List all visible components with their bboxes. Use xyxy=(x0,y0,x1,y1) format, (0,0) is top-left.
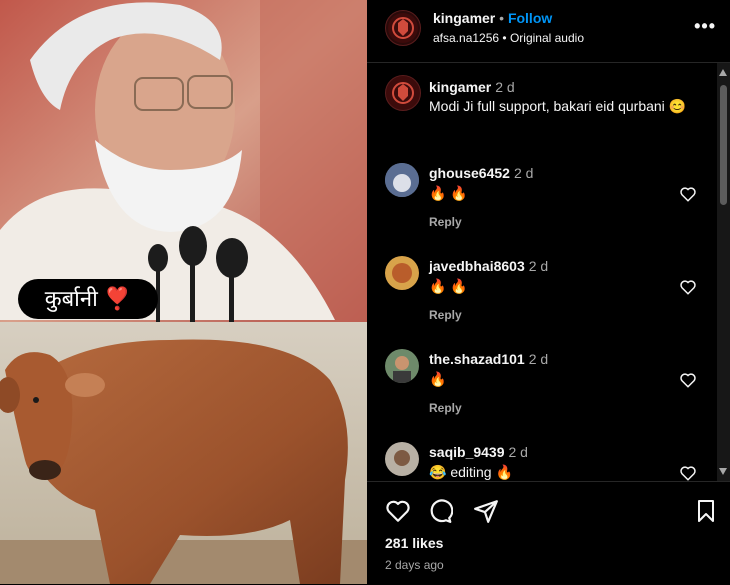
caption-text: Modi Ji full support, bakari eid qurbani… xyxy=(429,98,687,114)
author-logo-icon xyxy=(388,13,418,43)
bookmark-icon[interactable] xyxy=(694,498,718,524)
comment-time: 2 d xyxy=(528,258,549,274)
post-header: kingamer • Follow afsa.na1256 • Original… xyxy=(367,0,730,63)
commenter-username[interactable]: ghouse6452 xyxy=(429,165,510,181)
reply-button[interactable]: Reply xyxy=(429,215,462,229)
commenter-avatar[interactable] xyxy=(385,442,419,476)
commenter-username[interactable]: saqib_9439 xyxy=(429,444,505,460)
separator-dot: • xyxy=(502,31,507,45)
post-actions: 281 likes 2 days ago xyxy=(367,481,730,585)
author-avatar[interactable] xyxy=(385,10,421,46)
collab-username[interactable]: afsa.na1256 xyxy=(433,31,499,45)
follow-button[interactable]: Follow xyxy=(508,10,552,26)
send-icon[interactable] xyxy=(473,498,499,524)
like-comment-heart-icon[interactable] xyxy=(679,278,697,296)
author-username[interactable]: kingamer xyxy=(433,10,495,26)
comment-time: 2 d xyxy=(513,165,534,181)
scroll-down-icon[interactable] xyxy=(719,468,727,475)
like-comment-heart-icon[interactable] xyxy=(679,464,697,481)
reply-button[interactable]: Reply xyxy=(429,401,462,415)
comment-item: the.shazad101 2 d 🔥 Reply xyxy=(367,347,717,427)
comment-text: 🔥 🔥 xyxy=(429,278,468,294)
commenter-avatar[interactable] xyxy=(385,256,419,290)
caption-username[interactable]: kingamer xyxy=(429,79,491,95)
comment-item: ghouse6452 2 d 🔥 🔥 Reply xyxy=(367,161,717,241)
comment-text: 🔥 🔥 xyxy=(429,185,468,201)
post-date: 2 days ago xyxy=(385,558,444,572)
likes-count[interactable]: 281 likes xyxy=(385,535,443,551)
comment-icon[interactable] xyxy=(427,498,453,524)
overlay-caption: कुर्बानी ❣️ xyxy=(18,279,158,319)
post-media[interactable]: कुर्बानी ❣️ xyxy=(0,0,367,584)
more-options-icon[interactable]: ••• xyxy=(694,16,716,37)
scrollbar-thumb[interactable] xyxy=(720,85,727,205)
like-comment-heart-icon[interactable] xyxy=(679,371,697,389)
comment-item: javedbhai8603 2 d 🔥 🔥 Reply xyxy=(367,254,717,334)
scroll-up-icon[interactable] xyxy=(719,69,727,76)
comment-text: 🔥 xyxy=(429,371,447,387)
commenter-username[interactable]: the.shazad101 xyxy=(429,351,525,367)
comment-time: 2 d xyxy=(528,351,549,367)
heart-icon[interactable] xyxy=(385,498,411,524)
comment-text: 😂 editing 🔥 xyxy=(429,464,513,480)
post-panel: kingamer • Follow afsa.na1256 • Original… xyxy=(367,0,730,584)
commenter-username[interactable]: javedbhai8603 xyxy=(429,258,525,274)
audio-link[interactable]: Original audio xyxy=(510,31,584,45)
caption-time: 2 d xyxy=(495,79,515,95)
comments-list[interactable]: kingamer 2 d Modi Ji full support, bakari… xyxy=(367,63,717,481)
like-comment-heart-icon[interactable] xyxy=(679,185,697,203)
commenter-avatar[interactable] xyxy=(385,163,419,197)
separator-dot: • xyxy=(499,10,505,26)
comment-item: saqib_9439 2 d 😂 editing 🔥 xyxy=(367,440,717,481)
caption: kingamer 2 d Modi Ji full support, bakari… xyxy=(367,63,717,143)
reply-button[interactable]: Reply xyxy=(429,308,462,322)
comments-scrollbar[interactable] xyxy=(717,63,730,481)
commenter-avatar[interactable] xyxy=(385,349,419,383)
author-logo-icon xyxy=(392,82,414,104)
caption-avatar[interactable] xyxy=(385,75,421,111)
comment-time: 2 d xyxy=(508,444,528,460)
